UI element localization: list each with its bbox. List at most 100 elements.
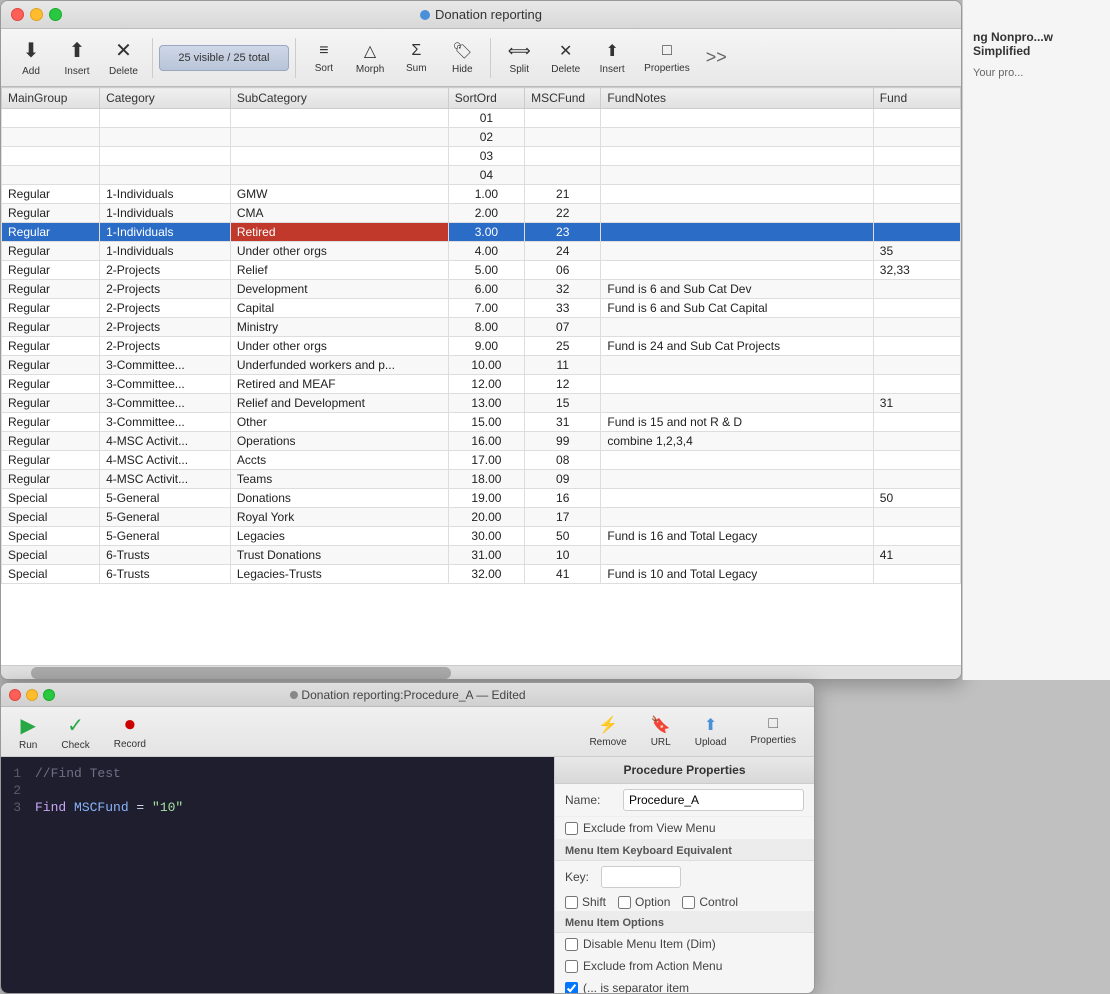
table-cell-fundnotes[interactable]: [601, 375, 873, 394]
table-row[interactable]: Special6-TrustsTrust Donations31.001041: [2, 546, 961, 565]
table-row[interactable]: 01: [2, 109, 961, 128]
table-cell-sortord[interactable]: 02: [448, 128, 524, 147]
table-cell-subcategory[interactable]: Capital: [230, 299, 448, 318]
table-cell-category[interactable]: 4-MSC Activit...: [100, 470, 231, 489]
table-cell-fundnotes[interactable]: [601, 394, 873, 413]
table-cell-mscfund[interactable]: 33: [525, 299, 601, 318]
table-row[interactable]: Regular3-Committee...Relief and Developm…: [2, 394, 961, 413]
table-cell-fund[interactable]: [873, 356, 960, 375]
table-row[interactable]: 03: [2, 147, 961, 166]
record-count-button[interactable]: 25 visible / 25 total: [159, 45, 289, 71]
table-cell-fundnotes[interactable]: [601, 242, 873, 261]
table-cell-fundnotes[interactable]: Fund is 15 and not R & D: [601, 413, 873, 432]
table-row[interactable]: Regular4-MSC Activit...Operations16.0099…: [2, 432, 961, 451]
col-insert-button[interactable]: ⬆ Insert: [590, 34, 634, 82]
table-cell-maingroup[interactable]: Regular: [2, 261, 100, 280]
table-cell-sortord[interactable]: 19.00: [448, 489, 524, 508]
table-cell-maingroup[interactable]: Special: [2, 489, 100, 508]
table-cell-category[interactable]: 2-Projects: [100, 280, 231, 299]
table-row[interactable]: Regular4-MSC Activit...Teams18.0009: [2, 470, 961, 489]
table-cell-subcategory[interactable]: Retired: [230, 223, 448, 242]
table-cell-category[interactable]: 1-Individuals: [100, 204, 231, 223]
table-cell-mscfund[interactable]: 09: [525, 470, 601, 489]
table-cell-mscfund[interactable]: 12: [525, 375, 601, 394]
table-cell-category[interactable]: 5-General: [100, 489, 231, 508]
table-cell-maingroup[interactable]: Special: [2, 527, 100, 546]
table-row[interactable]: Regular3-Committee...Underfunded workers…: [2, 356, 961, 375]
table-cell-mscfund[interactable]: 16: [525, 489, 601, 508]
table-cell-category[interactable]: 3-Committee...: [100, 375, 231, 394]
table-row[interactable]: Special6-TrustsLegacies-Trusts32.0041Fun…: [2, 565, 961, 584]
table-cell-mscfund[interactable]: [525, 147, 601, 166]
table-cell-fund[interactable]: [873, 451, 960, 470]
table-cell-maingroup[interactable]: Regular: [2, 413, 100, 432]
col-header-category[interactable]: Category: [100, 88, 231, 109]
upload-button[interactable]: ⬆ Upload: [687, 711, 735, 752]
table-cell-maingroup[interactable]: Regular: [2, 318, 100, 337]
horizontal-scrollbar[interactable]: [1, 665, 961, 679]
record-button[interactable]: ⏺ Record: [106, 710, 154, 754]
minimize-button[interactable]: [30, 8, 43, 21]
table-cell-sortord[interactable]: 3.00: [448, 223, 524, 242]
table-cell-category[interactable]: [100, 147, 231, 166]
table-cell-fund[interactable]: 41: [873, 546, 960, 565]
table-row[interactable]: Regular2-ProjectsCapital7.0033Fund is 6 …: [2, 299, 961, 318]
table-cell-fundnotes[interactable]: Fund is 24 and Sub Cat Projects: [601, 337, 873, 356]
table-cell-mscfund[interactable]: 23: [525, 223, 601, 242]
table-cell-sortord[interactable]: 12.00: [448, 375, 524, 394]
table-cell-sortord[interactable]: 15.00: [448, 413, 524, 432]
table-row[interactable]: Regular2-ProjectsUnder other orgs9.0025F…: [2, 337, 961, 356]
table-cell-category[interactable]: [100, 166, 231, 185]
table-cell-fundnotes[interactable]: [601, 508, 873, 527]
maximize-button[interactable]: [49, 8, 62, 21]
table-cell-maingroup[interactable]: Regular: [2, 394, 100, 413]
table-cell-mscfund[interactable]: 25: [525, 337, 601, 356]
exclude-action-checkbox[interactable]: [565, 960, 578, 973]
col-header-fundnotes[interactable]: FundNotes: [601, 88, 873, 109]
table-cell-fund[interactable]: [873, 204, 960, 223]
table-cell-fund[interactable]: [873, 128, 960, 147]
table-cell-maingroup[interactable]: Regular: [2, 432, 100, 451]
sort-button[interactable]: ≡ Sort: [302, 34, 346, 82]
proc-properties-button[interactable]: □ Properties: [742, 711, 804, 752]
table-cell-fundnotes[interactable]: [601, 128, 873, 147]
table-cell-fundnotes[interactable]: Fund is 10 and Total Legacy: [601, 565, 873, 584]
properties-button[interactable]: □ Properties: [636, 34, 698, 82]
table-cell-category[interactable]: [100, 109, 231, 128]
table-cell-mscfund[interactable]: 41: [525, 565, 601, 584]
table-cell-sortord[interactable]: 17.00: [448, 451, 524, 470]
table-cell-category[interactable]: 1-Individuals: [100, 242, 231, 261]
col-header-maingroup[interactable]: MainGroup: [2, 88, 100, 109]
table-cell-subcategory[interactable]: Underfunded workers and p...: [230, 356, 448, 375]
table-cell-mscfund[interactable]: 31: [525, 413, 601, 432]
table-cell-maingroup[interactable]: Regular: [2, 242, 100, 261]
table-cell-category[interactable]: 3-Committee...: [100, 413, 231, 432]
morph-button[interactable]: △ Morph: [348, 34, 392, 82]
table-cell-sortord[interactable]: 01: [448, 109, 524, 128]
table-cell-fundnotes[interactable]: [601, 147, 873, 166]
table-cell-category[interactable]: [100, 128, 231, 147]
table-cell-sortord[interactable]: 31.00: [448, 546, 524, 565]
table-cell-fund[interactable]: [873, 565, 960, 584]
table-cell-fundnotes[interactable]: [601, 261, 873, 280]
disable-checkbox[interactable]: [565, 938, 578, 951]
insert-button[interactable]: ⬆ Insert: [55, 34, 99, 82]
table-cell-fund[interactable]: [873, 413, 960, 432]
col-header-sortord[interactable]: SortOrd: [448, 88, 524, 109]
url-button[interactable]: 🔖 URL: [643, 711, 679, 752]
table-cell-maingroup[interactable]: Regular: [2, 185, 100, 204]
table-cell-fundnotes[interactable]: Fund is 6 and Sub Cat Dev: [601, 280, 873, 299]
table-cell-mscfund[interactable]: 15: [525, 394, 601, 413]
table-cell-fundnotes[interactable]: [601, 356, 873, 375]
table-cell-mscfund[interactable]: 50: [525, 527, 601, 546]
more-button[interactable]: >>: [700, 43, 733, 72]
table-cell-category[interactable]: 6-Trusts: [100, 565, 231, 584]
table-cell-mscfund[interactable]: 17: [525, 508, 601, 527]
table-cell-mscfund[interactable]: [525, 109, 601, 128]
table-cell-fund[interactable]: 32,33: [873, 261, 960, 280]
run-button[interactable]: ▶ Run: [11, 709, 45, 755]
table-cell-mscfund[interactable]: 32: [525, 280, 601, 299]
table-cell-mscfund[interactable]: [525, 128, 601, 147]
table-row[interactable]: 02: [2, 128, 961, 147]
table-cell-fund[interactable]: [873, 166, 960, 185]
